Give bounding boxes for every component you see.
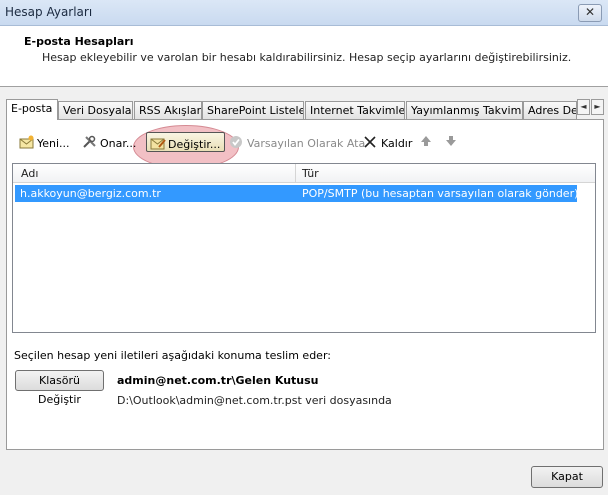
- tab-strip: E-posta Veri Dosyaları RSS Akışları Shar…: [6, 99, 604, 120]
- repair-button[interactable]: Onar...: [79, 132, 139, 152]
- tab-sharepoint-lists[interactable]: SharePoint Listeleri: [202, 101, 304, 119]
- change-settings-icon: [150, 136, 166, 154]
- tab-published-calendars[interactable]: Yayımlanmış Takvimler: [406, 101, 523, 119]
- tab-email[interactable]: E-posta: [6, 99, 58, 120]
- repair-label: Onar...: [100, 137, 137, 150]
- tools-icon: [82, 135, 98, 153]
- set-default-label: Varsayılan Olarak Ata: [247, 137, 366, 150]
- check-icon: [229, 135, 245, 153]
- x-icon: [363, 135, 379, 153]
- page-title: E-posta Hesapları: [24, 35, 134, 48]
- arrow-up-icon: [420, 135, 436, 151]
- change-button[interactable]: Değiştir...: [146, 132, 225, 152]
- move-down-button[interactable]: [442, 132, 466, 152]
- remove-label: Kaldır: [381, 137, 413, 150]
- tab-address-books[interactable]: Adres Def: [523, 101, 577, 119]
- tab-data-files[interactable]: Veri Dosyaları: [58, 101, 133, 119]
- new-mail-icon: [19, 135, 35, 153]
- new-account-button[interactable]: Yeni...: [16, 132, 73, 152]
- window-title: Hesap Ayarları: [5, 5, 93, 19]
- page-subtitle: Hesap ekleyebilir ve varolan bir hesabı …: [42, 51, 572, 64]
- column-header-type[interactable]: Tür: [302, 167, 319, 180]
- close-button[interactable]: Kapat: [531, 466, 603, 488]
- account-name: h.akkoyun@bergiz.com.tr: [20, 187, 161, 200]
- arrow-down-icon: [445, 135, 461, 151]
- set-default-button[interactable]: Varsayılan Olarak Ata: [226, 132, 368, 152]
- window-close-button[interactable]: ✕: [578, 4, 602, 22]
- table-header: Adı Tür: [13, 164, 595, 183]
- column-header-name[interactable]: Adı: [21, 167, 38, 180]
- tab-rss-feeds[interactable]: RSS Akışları: [134, 101, 202, 119]
- change-label: Değiştir...: [168, 138, 221, 151]
- tab-scroll-right-button[interactable]: ►: [591, 99, 604, 115]
- move-up-button[interactable]: [417, 132, 441, 152]
- delivery-label: Seçilen hesap yeni iletileri aşağıdaki k…: [14, 349, 331, 362]
- remove-button[interactable]: Kaldır: [360, 132, 415, 152]
- account-toolbar: Yeni... Onar... Değiştir... Varsayılan O…: [12, 128, 592, 156]
- account-type: POP/SMTP (bu hesaptan varsayılan olarak …: [302, 187, 579, 200]
- close-icon: ✕: [584, 5, 596, 19]
- arrow-right-icon: ►: [594, 102, 601, 111]
- accounts-table[interactable]: Adı Tür h.akkoyun@bergiz.com.tr POP/SMTP…: [12, 163, 596, 333]
- arrow-left-icon: ◄: [580, 102, 587, 111]
- delivery-target: admin@net.com.tr\Gelen Kutusu: [117, 374, 319, 387]
- tab-scroll-left-button[interactable]: ◄: [577, 99, 590, 115]
- column-divider[interactable]: [295, 164, 296, 183]
- dialog-header: E-posta Hesapları Hesap ekleyebilir ve v…: [0, 26, 608, 87]
- title-bar: Hesap Ayarları ✕: [0, 0, 608, 26]
- new-account-label: Yeni...: [37, 137, 70, 150]
- tab-internet-calendars[interactable]: Internet Takvimleri: [305, 101, 405, 119]
- table-row[interactable]: h.akkoyun@bergiz.com.tr POP/SMTP (bu hes…: [15, 185, 579, 202]
- change-folder-button[interactable]: Klasörü Değiştir: [15, 370, 104, 406]
- delivery-path: D:\Outlook\admin@net.com.tr.pst veri dos…: [117, 394, 392, 407]
